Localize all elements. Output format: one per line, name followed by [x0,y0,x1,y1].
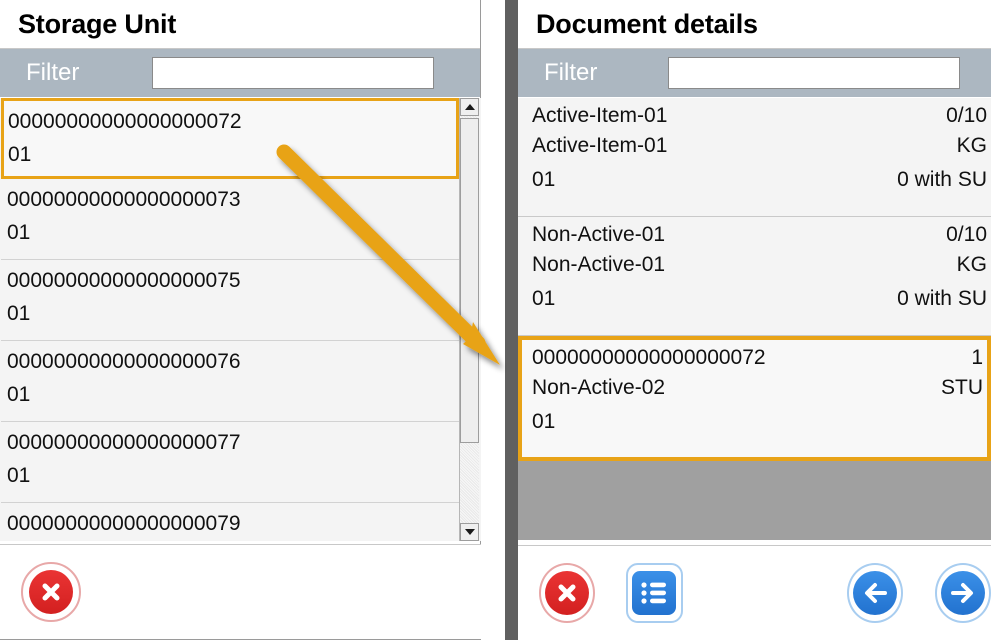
filter-input[interactable] [152,57,434,89]
button-ring [21,562,81,622]
filter-label: Filter [0,59,150,87]
storage-unit-id: 00000000000000000079 [7,507,459,540]
storage-unit-id: 00000000000000000076 [7,345,459,378]
item-su-info: 0 with SU [897,280,987,318]
button-ring [847,563,903,623]
storage-unit-panel: Storage Unit Filter 00000000000000000072… [0,0,481,640]
item-sub: 01 [532,403,555,441]
left-button-bar [0,544,481,639]
table-row[interactable]: 00000000000000000072 1 Non-Active-02 STU… [518,336,991,461]
vertical-scrollbar[interactable] [459,98,479,541]
filter-input[interactable] [668,57,960,89]
row-line-1: Non-Active-01 0/10 [532,220,987,250]
row-line-2: Non-Active-01 KG [532,250,987,280]
item-description: Non-Active-01 [532,250,665,280]
left-titlebar: Storage Unit [0,0,480,49]
next-button[interactable] [935,563,991,623]
item-name: Non-Active-01 [532,220,665,250]
item-su-info: 0 with SU [897,161,987,199]
item-sub: 01 [532,161,555,199]
item-sub: 01 [532,280,555,318]
list-item[interactable]: 00000000000000000079 [1,503,459,541]
right-button-bar [518,545,991,640]
storage-unit-id: 00000000000000000077 [7,426,459,459]
item-unit: STU [941,373,983,403]
page-title: Storage Unit [0,9,176,40]
storage-unit-id: 00000000000000000072 [8,105,456,138]
filter-label: Filter [518,59,668,87]
document-details-rows: Active-Item-01 0/10 Active-Item-01 KG 01… [518,98,991,540]
button-ring [935,563,991,623]
caret-up-icon [465,104,475,110]
list-item[interactable]: 00000000000000000073 01 [1,179,459,260]
storage-unit-id: 00000000000000000075 [7,264,459,297]
table-row[interactable]: Non-Active-01 0/10 Non-Active-01 KG 01 0… [518,217,991,336]
storage-unit-list[interactable]: 00000000000000000072 01 0000000000000000… [0,98,481,541]
row-line-2: Non-Active-02 STU [532,373,983,403]
left-filter-bar: Filter [0,49,480,97]
storage-unit-sub: 01 [7,216,459,249]
scroll-down-button[interactable] [460,523,479,541]
document-details-list[interactable]: Active-Item-01 0/10 Active-Item-01 KG 01… [518,98,991,540]
cancel-button[interactable] [21,562,81,622]
item-description: Active-Item-01 [532,131,667,161]
item-unit: KG [957,131,987,161]
storage-unit-sub: 01 [8,138,456,171]
item-name: 00000000000000000072 [532,343,766,373]
row-line-3: 01 0 with SU [532,280,987,318]
list-item[interactable]: 00000000000000000072 01 [1,98,459,179]
page-title: Document details [518,9,758,40]
list-button[interactable] [626,563,682,623]
cancel-button[interactable] [539,563,595,623]
item-quantity: 0/10 [946,101,987,131]
scroll-up-button[interactable] [460,98,479,116]
storage-unit-id: 00000000000000000073 [7,183,459,216]
item-quantity: 1 [971,343,983,373]
row-line-3: 01 0 with SU [532,161,987,199]
scrollbar-thumb[interactable] [460,118,479,443]
row-line-3: 01 [532,403,983,441]
document-details-panel: Document details Filter Active-Item-01 0… [505,0,991,640]
item-name: Active-Item-01 [532,101,667,131]
storage-unit-rows: 00000000000000000072 01 0000000000000000… [1,98,459,541]
panel-left-edge [505,0,518,640]
caret-down-icon [465,529,475,535]
previous-button[interactable] [847,563,903,623]
item-quantity: 0/10 [946,220,987,250]
storage-unit-sub: 01 [7,459,459,492]
storage-unit-sub: 01 [7,297,459,330]
row-line-1: 00000000000000000072 1 [532,343,983,373]
item-description: Non-Active-02 [532,373,665,403]
button-ring [539,563,595,623]
button-ring [626,563,682,623]
screen: Storage Unit Filter 00000000000000000072… [0,0,991,640]
item-unit: KG [957,250,987,280]
table-row[interactable]: Active-Item-01 0/10 Active-Item-01 KG 01… [518,98,991,217]
empty-list-area [518,461,991,540]
list-item[interactable]: 00000000000000000076 01 [1,341,459,422]
right-titlebar: Document details [518,0,991,49]
row-line-2: Active-Item-01 KG [532,131,987,161]
row-line-1: Active-Item-01 0/10 [532,101,987,131]
list-item[interactable]: 00000000000000000077 01 [1,422,459,503]
list-item[interactable]: 00000000000000000075 01 [1,260,459,341]
right-filter-bar: Filter [518,49,991,97]
storage-unit-sub: 01 [7,378,459,411]
